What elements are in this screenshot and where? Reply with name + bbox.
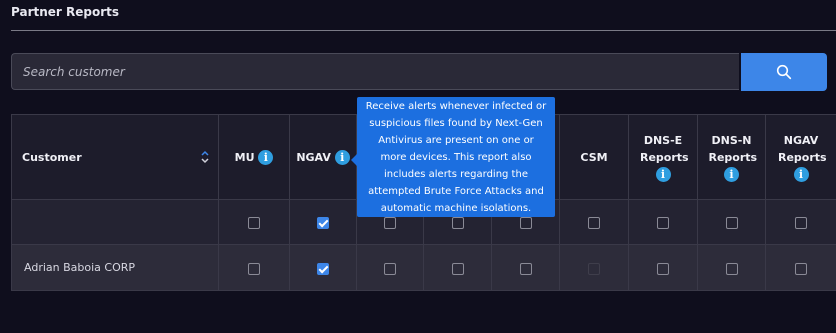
report-checkbox[interactable] <box>248 262 260 275</box>
report-checkbox[interactable] <box>657 262 669 275</box>
search-icon <box>776 64 792 80</box>
search-button[interactable] <box>741 53 827 91</box>
page-title: Partner Reports <box>11 5 120 19</box>
select-all-checkbox[interactable] <box>317 217 329 229</box>
column-label-mu: MU <box>234 150 255 164</box>
column-header-dns-n-reports: DNS-N Reports i <box>697 114 766 200</box>
column-header-mu: MU i <box>218 114 290 200</box>
select-all-checkbox[interactable] <box>384 217 396 229</box>
select-all-checkbox[interactable] <box>657 217 669 229</box>
column-label-ngav-reports: NGAV Reports <box>778 133 827 164</box>
report-checkbox[interactable] <box>384 262 396 275</box>
column-header-customer[interactable]: Customer <box>11 114 219 200</box>
column-header-csm: CSM <box>559 114 629 200</box>
report-checkbox[interactable] <box>519 262 532 275</box>
info-icon[interactable]: i <box>724 167 739 182</box>
column-label-ngav: NGAV <box>296 150 331 164</box>
column-header-ngav: NGAV i <box>289 114 357 200</box>
select-all-checkbox[interactable] <box>248 217 260 229</box>
title-divider <box>11 30 836 31</box>
info-icon[interactable]: i <box>655 167 671 182</box>
report-checkbox[interactable] <box>317 262 329 275</box>
info-icon[interactable]: i <box>793 167 809 182</box>
report-checkbox-disabled <box>588 262 600 275</box>
column-label-dns-n-reports: DNS-N Reports <box>708 133 758 164</box>
select-all-checkbox[interactable] <box>795 217 807 229</box>
select-all-checkbox[interactable] <box>519 217 532 229</box>
select-all-checkbox[interactable] <box>588 217 600 229</box>
select-all-checkbox[interactable] <box>725 217 738 229</box>
report-checkbox[interactable] <box>725 262 738 275</box>
info-icon[interactable]: i <box>334 150 350 165</box>
column-label-dns-e-reports: DNS-E Reports <box>640 133 689 164</box>
info-tooltip: Receive alerts whenever infected or susp… <box>357 97 555 217</box>
info-icon[interactable]: i <box>258 150 274 165</box>
select-all-label-cell <box>11 199 219 245</box>
customer-name: Adrian Baboia CORP <box>11 244 219 291</box>
column-label-csm: CSM <box>580 150 608 164</box>
column-header-ngav-reports: NGAV Reports i <box>765 114 836 200</box>
column-label-customer: Customer <box>22 150 82 164</box>
search-input[interactable] <box>11 53 739 90</box>
report-checkbox[interactable] <box>451 262 464 275</box>
column-header-dns-e-reports: DNS-E Reports i <box>628 114 698 200</box>
table-row: Adrian Baboia CORP <box>11 244 836 291</box>
sort-icon[interactable] <box>200 149 210 165</box>
select-all-checkbox[interactable] <box>451 217 464 229</box>
report-checkbox[interactable] <box>795 262 807 275</box>
